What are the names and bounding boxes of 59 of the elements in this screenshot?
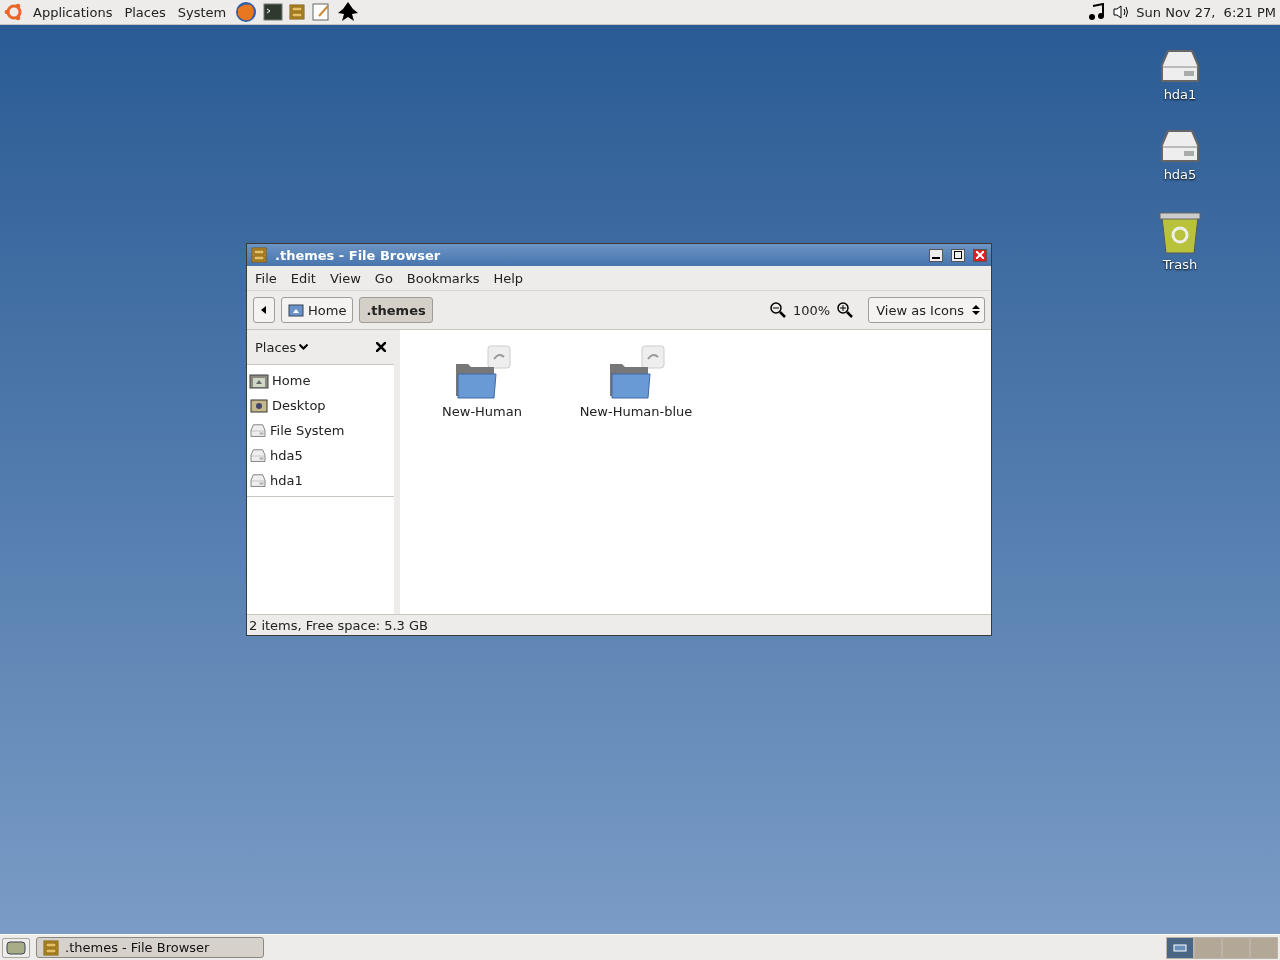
sidebar-item[interactable]: hda1 xyxy=(270,473,303,488)
home-folder-icon xyxy=(288,303,304,317)
desktop-icon xyxy=(249,397,269,414)
file-name[interactable]: New-Human xyxy=(442,404,522,419)
sidebar-item[interactable]: Home xyxy=(272,373,311,388)
logo-icon[interactable] xyxy=(4,2,24,22)
maximize-icon xyxy=(954,251,962,259)
places-dropdown[interactable]: Places xyxy=(255,339,297,355)
path-button[interactable]: Home xyxy=(281,297,354,323)
desktop-icon-label[interactable]: hda1 xyxy=(1163,87,1197,102)
back-arrow-icon xyxy=(261,306,267,314)
close-icon[interactable] xyxy=(376,342,386,352)
minimize-button[interactable] xyxy=(929,248,943,262)
show-desktop-button[interactable] xyxy=(2,937,30,958)
file-cabinet-icon xyxy=(251,247,267,263)
status-bar-text: 2 items, Free space: 5.3 GB xyxy=(249,617,428,633)
panel-menu[interactable]: System xyxy=(174,4,230,20)
workspace-button[interactable] xyxy=(1167,937,1193,958)
menu-item[interactable]: View xyxy=(329,270,361,286)
music-note-icon[interactable] xyxy=(1088,3,1107,21)
sidebar-item[interactable]: File System xyxy=(270,423,345,438)
sidebar-item[interactable]: Desktop xyxy=(272,398,326,413)
path-button[interactable]: .themes xyxy=(359,297,433,323)
clock[interactable]: Sun Nov 27, 6:21 PM xyxy=(1136,4,1276,20)
close-icon xyxy=(976,251,984,259)
close-button[interactable] xyxy=(973,248,987,262)
view-select[interactable]: View as Icons xyxy=(868,297,985,323)
window-title: .themes - File Browser xyxy=(275,247,442,263)
desktop-icon-label[interactable]: hda5 xyxy=(1163,167,1197,182)
menu-item[interactable]: Help xyxy=(493,270,524,286)
taskbar-button[interactable]: .themes - File Browser xyxy=(36,937,264,958)
zoom-level: 100% xyxy=(793,302,831,318)
spinner-arrows-icon xyxy=(972,304,980,316)
trash-icon xyxy=(1158,209,1202,255)
panel-menu[interactable]: Applications xyxy=(30,4,116,20)
drive-icon xyxy=(1158,129,1202,165)
zoom-out-icon[interactable] xyxy=(769,301,787,319)
zoom-in-icon[interactable] xyxy=(836,301,855,319)
menu-item[interactable]: Bookmarks xyxy=(406,270,480,286)
menu-item[interactable]: Edit xyxy=(290,270,316,286)
chevron-down-icon[interactable] xyxy=(299,344,309,350)
file-cabinet-icon[interactable] xyxy=(289,4,306,20)
notepad-icon[interactable] xyxy=(311,2,332,22)
browser-icon[interactable] xyxy=(235,1,258,23)
back-button[interactable] xyxy=(253,297,275,323)
terminal-icon[interactable] xyxy=(263,2,284,22)
desktop-icon xyxy=(6,940,26,955)
menu-item[interactable]: Go xyxy=(374,270,393,286)
panel-menu[interactable]: Places xyxy=(121,4,169,20)
file-name[interactable]: New-Human-blue xyxy=(579,404,693,419)
window-thumbnail-icon xyxy=(1173,943,1187,952)
maximize-button[interactable] xyxy=(951,248,965,262)
home-folder-icon xyxy=(249,372,269,389)
menu-item[interactable]: File xyxy=(255,270,277,286)
file-cabinet-icon xyxy=(43,939,59,956)
volume-icon[interactable] xyxy=(1112,4,1131,20)
sidebar-item[interactable]: hda5 xyxy=(270,448,303,463)
desktop-icon-label[interactable]: Trash xyxy=(1162,257,1198,272)
drive-icon xyxy=(1158,49,1202,85)
